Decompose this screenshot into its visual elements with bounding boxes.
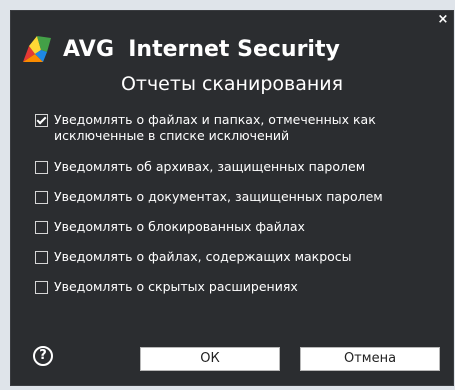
option-label: Уведомлять о блокированных файлах xyxy=(54,219,305,234)
option-checkbox[interactable] xyxy=(35,251,48,264)
option-label: Уведомлять о файлах и папках, отмеченных… xyxy=(54,112,376,143)
option-checkbox[interactable] xyxy=(35,114,48,127)
option-label: Уведомлять о документах, защищенных паро… xyxy=(54,189,383,204)
ok-button[interactable]: ОК xyxy=(140,347,280,371)
cancel-button[interactable]: Отмена xyxy=(300,347,440,371)
dialog-footer: ? ОК Отмена xyxy=(11,335,453,385)
close-icon[interactable]: × xyxy=(435,12,451,28)
option-row[interactable]: Уведомлять о файлах и папках, отмеченных… xyxy=(35,112,445,144)
option-label: Уведомлять об архивах, защищенных пароле… xyxy=(54,159,366,174)
app-brand: AVG Internet Security xyxy=(21,31,340,67)
avg-logo-icon xyxy=(23,36,51,62)
option-row[interactable]: Уведомлять об архивах, защищенных пароле… xyxy=(35,159,445,175)
option-checkbox[interactable] xyxy=(35,281,48,294)
option-checkbox[interactable] xyxy=(35,161,48,174)
brand-name: AVG xyxy=(63,36,115,62)
help-icon[interactable]: ? xyxy=(33,346,53,366)
option-label: Уведомлять о файлах, содержащих макросы xyxy=(54,249,352,264)
option-checkbox[interactable] xyxy=(35,191,48,204)
option-row[interactable]: Уведомлять о блокированных файлах xyxy=(35,219,445,235)
dialog-title: Отчеты сканирования xyxy=(120,73,344,95)
scan-reports-dialog: × AVG Internet Security Отчеты сканирова… xyxy=(10,10,454,386)
option-row[interactable]: Уведомлять о файлах, содержащих макросы xyxy=(35,249,445,265)
option-row[interactable]: Уведомлять о скрытых расширениях xyxy=(35,279,445,295)
option-checkbox[interactable] xyxy=(35,221,48,234)
option-row[interactable]: Уведомлять о документах, защищенных паро… xyxy=(35,189,445,205)
product-name: Internet Security xyxy=(128,36,340,62)
option-label: Уведомлять о скрытых расширениях xyxy=(54,279,298,294)
